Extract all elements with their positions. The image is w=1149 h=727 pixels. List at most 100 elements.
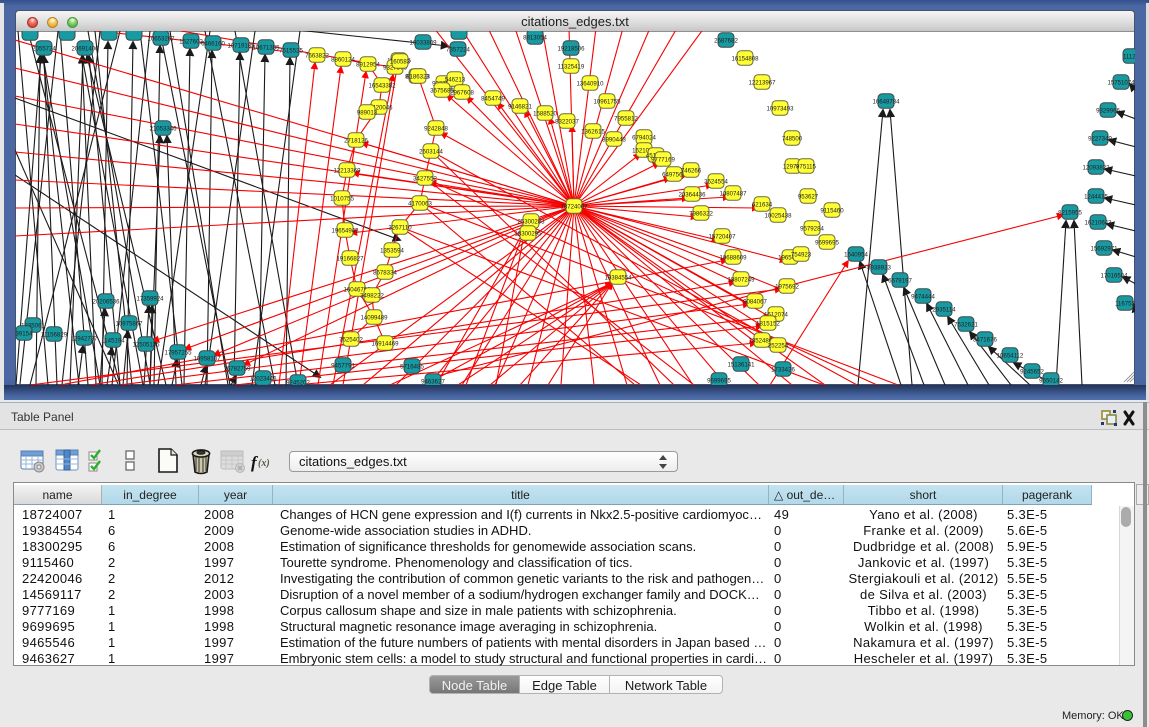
svg-text:15136141: 15136141	[727, 362, 755, 369]
svg-text:12093822: 12093822	[1082, 165, 1110, 172]
svg-text:2935114: 2935114	[932, 307, 956, 314]
svg-text:16154808: 16154808	[731, 56, 759, 63]
svg-text:18724007: 18724007	[560, 204, 588, 211]
svg-text:6794024: 6794024	[632, 135, 656, 142]
svg-text:10688609: 10688609	[719, 255, 747, 262]
svg-text:3267110: 3267110	[388, 225, 412, 232]
svg-text:3498222: 3498222	[360, 293, 384, 300]
svg-text:9474444: 9474444	[911, 294, 935, 301]
svg-text:9146821: 9146821	[508, 104, 532, 111]
svg-text:17016504: 17016504	[1100, 273, 1128, 280]
svg-text:7625402: 7625402	[339, 337, 363, 344]
svg-text:9650142: 9650142	[1039, 378, 1063, 385]
svg-text:16033809: 16033809	[409, 40, 437, 47]
svg-text:14099489: 14099489	[360, 315, 388, 322]
svg-text:15720407: 15720407	[708, 234, 736, 241]
svg-text:21053346: 21053346	[149, 126, 177, 133]
svg-text:1353594: 1353594	[380, 248, 404, 255]
svg-text:7357224: 7357224	[446, 47, 470, 54]
svg-text:10961755: 10961755	[593, 99, 621, 106]
svg-text:1527602: 1527602	[179, 39, 203, 46]
svg-text:2687682: 2687682	[714, 38, 738, 45]
svg-text:18807249: 18807249	[727, 277, 755, 284]
svg-text:5716485: 5716485	[400, 364, 424, 371]
svg-text:20206536: 20206536	[92, 299, 120, 306]
svg-text:16782759: 16782759	[223, 366, 251, 373]
svg-text:17359924: 17359924	[136, 296, 164, 303]
svg-text:7663822: 7663822	[305, 53, 329, 60]
svg-text:9242848: 9242848	[424, 126, 448, 133]
svg-text:1145194: 1145194	[101, 338, 125, 345]
svg-text:9329966: 9329966	[1096, 108, 1120, 115]
svg-text:3624554: 3624554	[704, 179, 728, 186]
svg-text:19654943: 19654943	[331, 228, 359, 235]
svg-text:7955812: 7955812	[614, 116, 638, 123]
svg-text:8186323: 8186323	[406, 74, 430, 81]
svg-text:621634: 621634	[752, 202, 773, 209]
svg-text:9699695: 9699695	[707, 378, 731, 385]
svg-text:3427552: 3427552	[413, 176, 437, 183]
svg-text:19218506: 19218506	[557, 46, 585, 53]
svg-text:39154: 39154	[16, 331, 34, 338]
svg-text:7515525: 7515525	[279, 48, 303, 55]
svg-text:15692971: 15692971	[1090, 246, 1118, 253]
svg-text:8912954: 8912954	[356, 62, 380, 69]
svg-text:13640910: 13640910	[576, 81, 604, 88]
svg-text:2603144: 2603144	[419, 149, 443, 156]
svg-text:12942737: 12942737	[70, 336, 98, 343]
svg-text:11156829: 11156829	[41, 332, 68, 339]
svg-text:8322037: 8322037	[555, 119, 579, 126]
svg-text:2718126: 2718126	[344, 138, 368, 145]
svg-text:10025438: 10025438	[764, 213, 792, 220]
svg-text:10973493: 10973493	[766, 106, 794, 113]
svg-text:8678334: 8678334	[373, 270, 397, 277]
svg-text:10653267: 10653267	[147, 36, 175, 43]
svg-text:8860124: 8860124	[331, 57, 355, 64]
svg-text:20691406: 20691406	[71, 46, 99, 53]
svg-text:10654112: 10654112	[997, 353, 1024, 360]
svg-text:8454749: 8454749	[481, 96, 505, 103]
svg-text:1010755: 1010755	[330, 196, 354, 203]
svg-text:9227349: 9227349	[1088, 136, 1112, 143]
svg-text:754923: 754923	[791, 252, 812, 259]
svg-text:1362615: 1362615	[581, 129, 605, 136]
svg-text:25300283: 25300283	[517, 219, 545, 226]
svg-text:9115460: 9115460	[820, 208, 844, 215]
svg-text:8990443: 8990443	[602, 137, 626, 144]
svg-text:1815152: 1815152	[756, 321, 780, 328]
svg-text:2055724: 2055724	[32, 46, 56, 53]
svg-text:252254: 252254	[768, 343, 789, 350]
svg-text:6466160: 6466160	[201, 41, 225, 48]
svg-text:9457791: 9457791	[331, 363, 355, 370]
svg-text:116753: 116753	[1115, 301, 1135, 308]
svg-text:16543382: 16543382	[368, 83, 396, 90]
svg-text:(x): (x)	[258, 458, 270, 469]
svg-text:8938923: 8938923	[867, 265, 891, 272]
svg-text:1640954: 1640954	[844, 252, 868, 259]
svg-text:1975692: 1975692	[775, 284, 799, 291]
svg-text:989013: 989013	[357, 110, 378, 117]
svg-text:9579284: 9579284	[800, 226, 824, 233]
svg-text:10671385: 10671385	[252, 45, 280, 52]
svg-text:746266: 746266	[681, 168, 702, 175]
svg-text:1588520: 1588520	[533, 111, 557, 118]
svg-text:1733426: 1733426	[771, 367, 795, 374]
svg-text:17957255: 17957255	[164, 350, 192, 357]
svg-text:8471676: 8471676	[973, 337, 997, 344]
svg-text:546213: 546213	[445, 77, 466, 84]
svg-text:7986322: 7986322	[689, 211, 713, 218]
svg-text:4170063: 4170063	[408, 201, 432, 208]
svg-text:16210643: 16210643	[1084, 220, 1112, 227]
svg-text:160583: 160583	[390, 59, 411, 66]
svg-text:953627: 953627	[798, 194, 819, 201]
svg-text:9777169: 9777169	[651, 157, 675, 164]
svg-text:9245652: 9245652	[1020, 369, 1044, 376]
svg-text:8813054: 8813054	[523, 35, 547, 42]
svg-text:8215955: 8215955	[1058, 210, 1082, 217]
svg-text:19166827: 19166827	[336, 256, 364, 263]
svg-text:11123: 11123	[1123, 54, 1135, 61]
svg-text:10975867: 10975867	[115, 321, 143, 328]
svg-text:975115: 975115	[796, 164, 816, 171]
svg-text:9084067: 9084067	[743, 299, 767, 306]
svg-text:20364436: 20364436	[678, 192, 706, 199]
